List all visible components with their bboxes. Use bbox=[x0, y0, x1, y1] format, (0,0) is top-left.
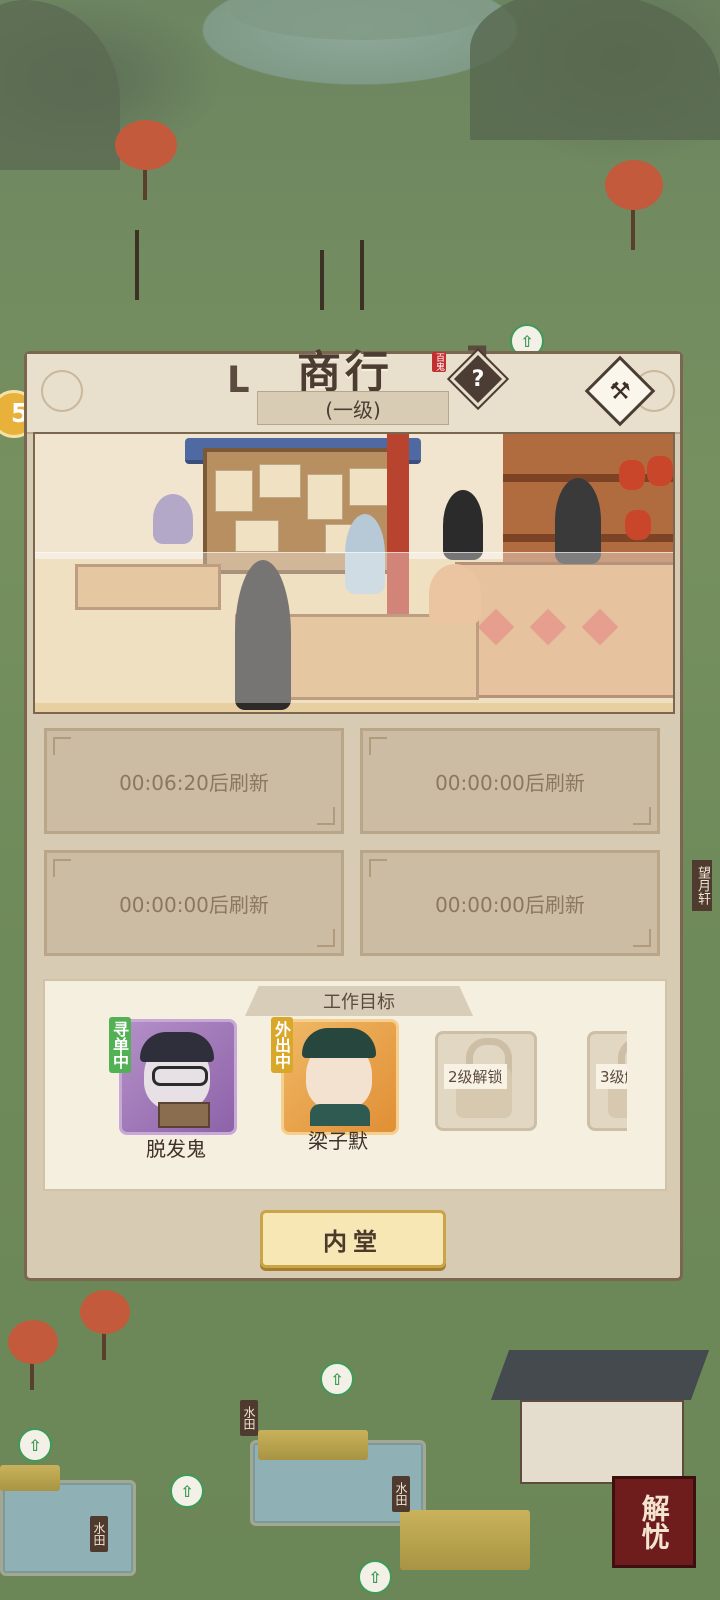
rice-paddy bbox=[0, 1465, 60, 1491]
locked-slot[interactable]: 2级解锁 bbox=[435, 1031, 537, 1131]
status-badge: 外出中 bbox=[271, 1017, 293, 1073]
field-sign[interactable]: 水田 bbox=[392, 1476, 410, 1512]
field-sign[interactable]: 水田 bbox=[240, 1400, 258, 1436]
upgrade-arrow-icon[interactable]: ⇧ bbox=[320, 1362, 354, 1396]
unlock-level-label: 2级解锁 bbox=[444, 1064, 507, 1089]
rice-paddy bbox=[400, 1510, 530, 1570]
level-label: (一级) bbox=[257, 391, 449, 425]
jieyou-shop-badge[interactable]: 解忧 bbox=[612, 1476, 696, 1568]
unlock-level-label: 3级解锁 bbox=[596, 1064, 627, 1089]
order-slot[interactable]: 00:00:00后刷新 bbox=[44, 850, 344, 956]
order-slot[interactable]: 00:00:00后刷新 bbox=[360, 728, 660, 834]
pond bbox=[0, 1480, 136, 1576]
title-curl-left-icon: ᒪ bbox=[227, 360, 250, 401]
worker-list[interactable]: 寻单中 脱发鬼 外出中 梁子默 2级解锁 3级 bbox=[59, 1011, 627, 1161]
books-icon bbox=[158, 1102, 210, 1128]
glasses-icon bbox=[152, 1066, 208, 1086]
work-target-section: 工作目标 寻单中 脱发鬼 外出中 梁子默 2级解锁 3级 bbox=[43, 979, 667, 1191]
upgrade-hammer-button[interactable]: ⚒ bbox=[584, 355, 656, 427]
shop-building[interactable] bbox=[490, 1330, 710, 1490]
status-badge: 寻单中 bbox=[109, 1017, 131, 1073]
worker-name: 梁子默 bbox=[308, 1129, 368, 1153]
trading-house-panel: ᒪ 商行 百鬼 ᒣ ? ⚒ (一级) bbox=[24, 340, 683, 1281]
locked-slot[interactable]: 3级解锁 bbox=[587, 1031, 627, 1131]
question-icon: ? bbox=[471, 366, 485, 392]
rice-paddy bbox=[258, 1430, 368, 1460]
worker-name: 脱发鬼 bbox=[146, 1137, 206, 1161]
panel-header: ᒪ 商行 百鬼 ᒣ ? ⚒ (一级) bbox=[27, 340, 680, 434]
worker-card[interactable] bbox=[119, 1019, 237, 1135]
inner-hall-button[interactable]: 内堂 bbox=[260, 1210, 446, 1268]
title-seal: 百鬼 bbox=[432, 352, 446, 372]
robe-icon bbox=[310, 1104, 370, 1126]
upgrade-arrow-icon[interactable]: ⇧ bbox=[18, 1428, 52, 1462]
upgrade-arrow-icon[interactable]: ⇧ bbox=[358, 1560, 392, 1594]
field-sign[interactable]: 水田 bbox=[90, 1516, 108, 1552]
side-sign[interactable]: 望月轩 bbox=[692, 860, 712, 911]
worker-card[interactable] bbox=[281, 1019, 399, 1135]
upgrade-arrow-icon[interactable]: ⇧ bbox=[170, 1474, 204, 1508]
order-slot[interactable]: 00:00:00后刷新 bbox=[360, 850, 660, 956]
swirl-ornament bbox=[41, 370, 83, 412]
shop-scene-illustration bbox=[33, 432, 675, 714]
order-slot[interactable]: 00:06:20后刷新 bbox=[44, 728, 344, 834]
hammer-icon: ⚒ bbox=[609, 377, 631, 405]
